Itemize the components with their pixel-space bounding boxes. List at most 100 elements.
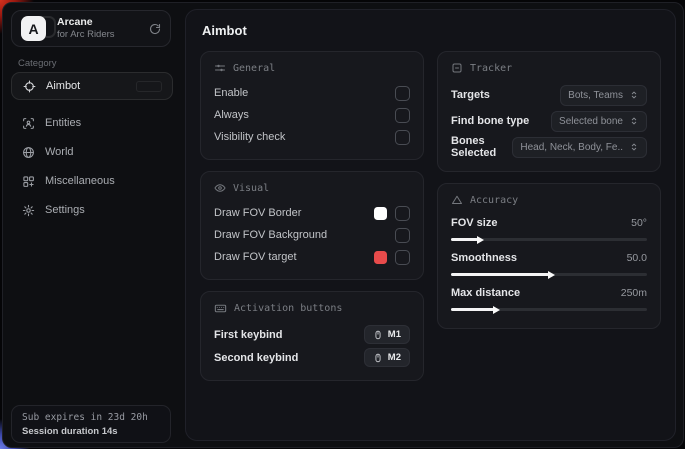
- setting-label: Draw FOV target: [214, 251, 297, 263]
- setting-label: Draw FOV Border: [214, 207, 301, 219]
- setting-row: Visibility check: [214, 126, 410, 148]
- setting-label: Find bone type: [451, 115, 529, 127]
- app-window: A Arcane for Arc Riders Category Aimbot: [2, 2, 684, 448]
- eye-icon: [214, 182, 226, 194]
- subscription-card: Sub expires in 23d 20h Session duration …: [11, 405, 171, 443]
- select-value: Bots, Teams: [568, 90, 623, 101]
- fov-size-slider-group: FOV size 50°: [451, 215, 647, 241]
- section-title: Activation buttons: [234, 303, 342, 314]
- general-card: General Enable Always Visibility check: [200, 51, 424, 160]
- draw-fov-background-checkbox[interactable]: [395, 228, 410, 243]
- slider-thumb[interactable]: [493, 306, 500, 314]
- enable-checkbox[interactable]: [395, 86, 410, 101]
- smoothness-slider-group: Smoothness 50.0: [451, 250, 647, 276]
- slider-thumb[interactable]: [548, 271, 555, 279]
- right-column: Tracker Targets Bots, Teams: [437, 51, 661, 329]
- keybind-value: M2: [388, 352, 401, 363]
- left-column: General Enable Always Visibility check: [200, 51, 424, 381]
- smoothness-slider[interactable]: [451, 273, 647, 276]
- setting-row: Bones Selected Head, Neck, Body, Fe..: [451, 134, 647, 160]
- setting-row: Always: [214, 104, 410, 126]
- second-keybind-button[interactable]: M2: [364, 348, 410, 367]
- nav-item-hint: [136, 81, 162, 92]
- gear-icon: [22, 204, 35, 217]
- slider-value: 50°: [631, 217, 647, 229]
- activation-buttons-card: Activation buttons First keybind M1: [200, 291, 424, 381]
- section-title: Visual: [233, 183, 269, 194]
- section-title: Tracker: [470, 63, 512, 74]
- bones-selected-select[interactable]: Head, Neck, Body, Fe..: [512, 137, 647, 158]
- slider-value: 50.0: [627, 252, 647, 264]
- globe-icon: [22, 146, 35, 159]
- targets-select[interactable]: Bots, Teams: [560, 85, 647, 106]
- visual-card: Visual Draw FOV Border Draw FOV Backgrou…: [200, 171, 424, 280]
- setting-label: Always: [214, 109, 249, 121]
- find-bone-type-select[interactable]: Selected bone: [551, 111, 647, 132]
- setting-row: Draw FOV Border: [214, 202, 410, 224]
- slider-label: Smoothness: [451, 252, 517, 264]
- sidebar: A Arcane for Arc Riders Category Aimbot: [3, 3, 179, 447]
- always-checkbox[interactable]: [395, 108, 410, 123]
- sub-expires-text: Sub expires in 23d 20h: [22, 412, 160, 423]
- max-distance-slider-group: Max distance 250m: [451, 285, 647, 311]
- keybind-value: M1: [388, 329, 401, 340]
- category-label: Category: [18, 58, 57, 69]
- sidebar-item-miscellaneous[interactable]: Miscellaneous: [11, 167, 173, 195]
- setting-label: First keybind: [214, 329, 282, 341]
- setting-row: Find bone type Selected bone: [451, 108, 647, 134]
- setting-label: Targets: [451, 89, 490, 101]
- mouse-icon: [373, 330, 383, 340]
- draw-fov-target-checkbox[interactable]: [395, 250, 410, 265]
- setting-row: Draw FOV target: [214, 246, 410, 268]
- frame-icon: [451, 62, 463, 74]
- triangle-icon: [451, 194, 463, 206]
- setting-row: Second keybind M2: [214, 346, 410, 369]
- first-keybind-button[interactable]: M1: [364, 325, 410, 344]
- refresh-icon[interactable]: [149, 23, 161, 35]
- page-title: Aimbot: [202, 23, 661, 38]
- app-title: Arcane: [57, 16, 115, 28]
- fov-target-color-swatch[interactable]: [374, 251, 387, 264]
- select-value: Head, Neck, Body, Fe..: [520, 142, 623, 153]
- sliders-icon: [214, 62, 226, 74]
- setting-row: Draw FOV Background: [214, 224, 410, 246]
- app-subtitle: for Arc Riders: [57, 30, 115, 41]
- chevron-up-down-icon: [629, 142, 639, 152]
- sidebar-item-label: World: [45, 146, 74, 158]
- app-logo: A: [21, 16, 46, 41]
- select-value: Selected bone: [559, 116, 623, 127]
- session-duration-text: Session duration 14s: [22, 426, 160, 437]
- sidebar-item-aimbot[interactable]: Aimbot: [11, 72, 173, 100]
- tracker-card: Tracker Targets Bots, Teams: [437, 51, 661, 172]
- slider-thumb[interactable]: [477, 236, 484, 244]
- fov-size-slider[interactable]: [451, 238, 647, 241]
- sidebar-item-label: Entities: [45, 117, 81, 129]
- setting-row: First keybind M1: [214, 323, 410, 346]
- setting-label: Second keybind: [214, 352, 298, 364]
- visibility-check-checkbox[interactable]: [395, 130, 410, 145]
- sidebar-item-world[interactable]: World: [11, 138, 173, 166]
- sidebar-item-entities[interactable]: Entities: [11, 109, 173, 137]
- draw-fov-border-checkbox[interactable]: [395, 206, 410, 221]
- setting-label: Bones Selected: [451, 135, 512, 159]
- fov-border-color-swatch[interactable]: [374, 207, 387, 220]
- slider-label: Max distance: [451, 287, 520, 299]
- chevron-up-down-icon: [629, 116, 639, 126]
- app-header-card: A Arcane for Arc Riders: [11, 10, 171, 47]
- section-title: General: [233, 63, 275, 74]
- setting-row: Enable: [214, 82, 410, 104]
- section-title: Accuracy: [470, 195, 518, 206]
- setting-label: Enable: [214, 87, 248, 99]
- max-distance-slider[interactable]: [451, 308, 647, 311]
- mouse-icon: [373, 353, 383, 363]
- sidebar-nav: Aimbot Entities World Miscellaneous: [11, 72, 173, 225]
- sidebar-item-label: Miscellaneous: [45, 175, 115, 187]
- crosshair-icon: [23, 80, 36, 93]
- setting-row: Targets Bots, Teams: [451, 82, 647, 108]
- sidebar-item-label: Aimbot: [46, 80, 80, 92]
- grid-icon: [22, 175, 35, 188]
- accuracy-card: Accuracy FOV size 50°: [437, 183, 661, 329]
- keyboard-icon: [214, 302, 227, 315]
- sidebar-item-settings[interactable]: Settings: [11, 196, 173, 224]
- setting-label: Draw FOV Background: [214, 229, 327, 241]
